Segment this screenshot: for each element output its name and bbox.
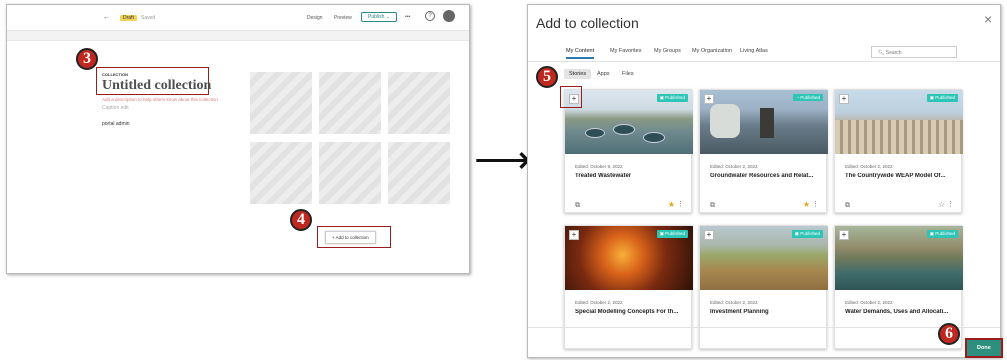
card-title: Treated Wastewater (575, 173, 632, 179)
published-label: Published (800, 95, 820, 100)
card-add-highlight-box (560, 86, 582, 108)
card-title: The Countrywide WEAP Model Of... (845, 173, 946, 179)
story-card[interactable]: + ▣ Published Edited: October 2, 2022 In… (699, 225, 828, 349)
publish-label: Publish (368, 14, 385, 20)
step-badge-5: 5 (536, 66, 558, 88)
published-badge: ▣ Published (926, 230, 958, 238)
thumbnail-shape (760, 108, 774, 138)
edited-date: Edited: October 2, 2022 (575, 300, 623, 305)
published-badge: ▣ Published (926, 94, 958, 102)
footer-divider (528, 327, 1000, 328)
search-input[interactable]: 🔍︎ Search (871, 46, 957, 58)
thumbnail-shape (835, 120, 963, 154)
published-badge: ▣ Published (656, 230, 688, 238)
tab-my-groups[interactable]: My Groups (654, 48, 681, 54)
save-status: Saved (141, 15, 156, 21)
collection-title[interactable]: Untitled collection (102, 78, 211, 94)
draft-badge: Draft (120, 15, 137, 21)
left-screenshot: ← Draft Saved Design Preview Publish ⌄ •… (6, 4, 470, 274)
step-badge-3: 3 (76, 48, 98, 70)
step-badge-4: 4 (290, 209, 312, 231)
tab-my-content[interactable]: My Content (566, 48, 595, 59)
placeholder-tile (250, 72, 312, 134)
author-name: portal admin (102, 121, 130, 127)
edited-date: Edited: October 2, 2022 (710, 300, 758, 305)
favorite-star-icon[interactable]: ★ (668, 200, 675, 209)
more-options-icon[interactable]: ⋮ (677, 200, 684, 208)
close-icon[interactable]: × (984, 11, 992, 27)
filter-tab-apps[interactable]: Apps (592, 69, 615, 79)
thumbnail-shape (710, 104, 740, 138)
tab-living-atlas[interactable]: Living Atlas (740, 48, 768, 54)
publish-button[interactable]: Publish ⌄ (361, 12, 397, 22)
more-icon[interactable]: ••• (405, 14, 410, 20)
published-badge: ◔ Published (793, 94, 823, 101)
add-to-collection-dialog: Add to collection × My Content My Favori… (527, 4, 1003, 358)
filter-tab-files[interactable]: Files (617, 69, 639, 79)
edited-date: Edited: October 9, 2022 (575, 164, 623, 169)
caption-placeholder[interactable]: Caption edit (102, 105, 129, 111)
add-item-checkbox[interactable]: + (704, 230, 714, 240)
design-button[interactable]: Design (307, 15, 323, 21)
story-card[interactable]: + ◔ Published Edited: October 2, 2022 Gr… (699, 89, 828, 213)
card-title: Water Demands, Uses and Allocati... (845, 309, 949, 315)
story-sub-bar (7, 31, 469, 41)
placeholder-tile (250, 142, 312, 204)
placeholder-tile (388, 142, 450, 204)
thumbnail-shape (643, 132, 665, 143)
published-label: Published (935, 231, 955, 236)
published-label: Published (665, 95, 685, 100)
favorite-star-icon[interactable]: ★ (803, 200, 810, 209)
edited-date: Edited: October 2, 2022 (845, 164, 893, 169)
add-item-checkbox[interactable]: + (704, 94, 714, 104)
add-item-checkbox[interactable]: + (569, 230, 579, 240)
story-icon: ⧉ (710, 202, 715, 209)
story-card[interactable]: + ▣ Published Edited: October 2, 2022 Th… (834, 89, 963, 213)
step-badge-6: 6 (938, 323, 960, 345)
story-top-bar: ← Draft Saved Design Preview Publish ⌄ •… (7, 5, 469, 31)
more-options-icon[interactable]: ⋮ (812, 200, 819, 208)
story-card[interactable]: + ▣ Published Edited: October 9, 2022 Tr… (564, 89, 693, 213)
add-item-checkbox[interactable]: + (839, 230, 849, 240)
search-placeholder: Search (885, 50, 902, 56)
more-options-icon[interactable]: ⋮ (947, 200, 954, 208)
dialog-title: Add to collection (536, 15, 639, 31)
help-icon[interactable]: ? (425, 11, 435, 21)
description-placeholder[interactable]: Add a description to help others know ab… (102, 97, 232, 102)
story-card[interactable]: + ▣ Published Edited: October 2, 2022 Sp… (564, 225, 693, 349)
arrow-right-icon: ⟶ (474, 138, 532, 182)
add-to-collection-button[interactable]: + Add to collection (325, 231, 376, 244)
placeholder-tile (319, 142, 381, 204)
published-badge: ▣ Published (656, 94, 688, 102)
avatar[interactable] (443, 10, 455, 22)
story-icon: ⧉ (575, 202, 580, 209)
favorite-star-icon[interactable]: ☆ (938, 200, 945, 209)
story-icon: ⧉ (845, 202, 850, 209)
preview-button[interactable]: Preview (334, 15, 352, 21)
card-title: Investment Planning (710, 309, 769, 315)
thumbnail-shape (585, 128, 605, 138)
tabs-divider (528, 61, 1000, 62)
edited-date: Edited: October 2, 2022 (710, 164, 758, 169)
filter-tab-stories[interactable]: Stories (564, 69, 592, 79)
edited-date: Edited: October 2, 2022 (845, 300, 893, 305)
add-item-checkbox[interactable]: + (839, 94, 849, 104)
tab-my-favorites[interactable]: My Favorites (610, 48, 641, 54)
back-icon[interactable]: ← (103, 14, 110, 21)
card-title: Groundwater Resources and Relat... (710, 173, 814, 179)
published-label: Published (800, 231, 820, 236)
placeholder-tile (319, 72, 381, 134)
published-label: Published (665, 231, 685, 236)
thumbnail-shape (613, 124, 635, 135)
tab-my-organization[interactable]: My Organization (692, 48, 732, 54)
card-title: Special Modelling Concepts For th... (575, 309, 679, 315)
done-button[interactable]: Done (965, 338, 1003, 358)
published-badge: ▣ Published (791, 230, 823, 238)
placeholder-tile (388, 72, 450, 134)
published-label: Published (935, 95, 955, 100)
